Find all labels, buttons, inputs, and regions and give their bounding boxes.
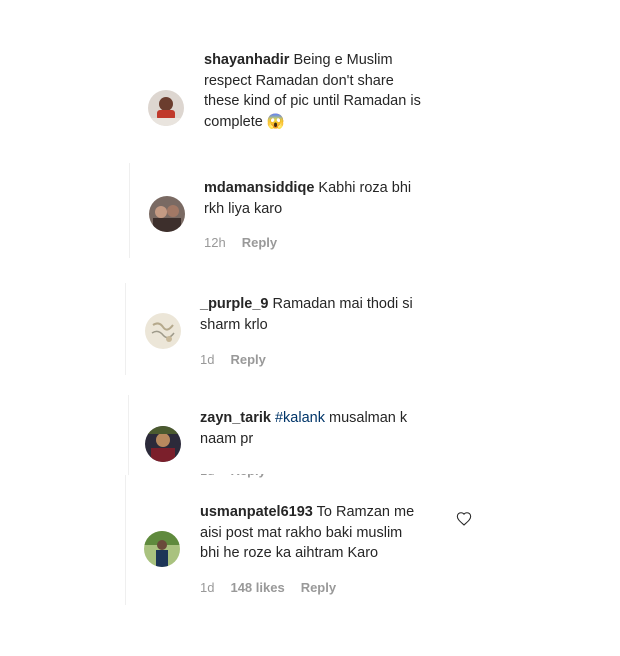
username[interactable]: mdamansiddiqe bbox=[204, 180, 314, 196]
avatar[interactable] bbox=[145, 426, 181, 462]
timestamp[interactable]: 1d bbox=[200, 352, 214, 367]
username[interactable]: shayanhadir bbox=[204, 52, 289, 68]
avatar[interactable] bbox=[145, 313, 181, 349]
heart-outline-icon[interactable] bbox=[456, 511, 472, 527]
timestamp[interactable]: 1d bbox=[200, 580, 214, 595]
cropped-overlap bbox=[130, 464, 380, 474]
avatar[interactable] bbox=[148, 90, 184, 126]
thread-line bbox=[128, 395, 129, 475]
reply-button[interactable]: Reply bbox=[230, 352, 265, 367]
avatar[interactable] bbox=[144, 531, 180, 567]
username[interactable]: usmanpatel6193 bbox=[200, 504, 313, 520]
thread-line bbox=[125, 475, 126, 605]
comment-text: shayanhadir Being e Muslim respect Ramad… bbox=[204, 52, 421, 130]
avatar[interactable] bbox=[149, 196, 185, 232]
scream-emoji-icon: 😱 bbox=[266, 113, 285, 130]
username[interactable]: zayn_tarik bbox=[200, 410, 271, 426]
username[interactable]: _purple_9 bbox=[200, 296, 269, 312]
comment-text: _purple_9 Ramadan mai thodi si sharm krl… bbox=[200, 296, 413, 333]
likes-count[interactable]: 148 likes bbox=[230, 580, 284, 595]
timestamp[interactable]: 12h bbox=[204, 235, 226, 250]
comment-meta: 12h Reply bbox=[204, 235, 293, 250]
hashtag-link[interactable]: #kalank bbox=[275, 410, 325, 426]
reply-button[interactable]: Reply bbox=[242, 235, 277, 250]
comment-meta: 1d 148 likes Reply bbox=[200, 580, 352, 595]
comment-text: mdamansiddiqe Kabhi roza bhi rkh liya ka… bbox=[204, 180, 412, 217]
thread-line bbox=[129, 163, 130, 258]
thread-line bbox=[125, 283, 126, 375]
reply-button[interactable]: Reply bbox=[301, 580, 336, 595]
comment-meta: 1d Reply bbox=[200, 352, 282, 367]
comment-text: usmanpatel6193 To Ramzan me aisi post ma… bbox=[200, 504, 415, 561]
comment-text: zayn_tarik #kalank musalman k naam pr bbox=[200, 410, 408, 447]
